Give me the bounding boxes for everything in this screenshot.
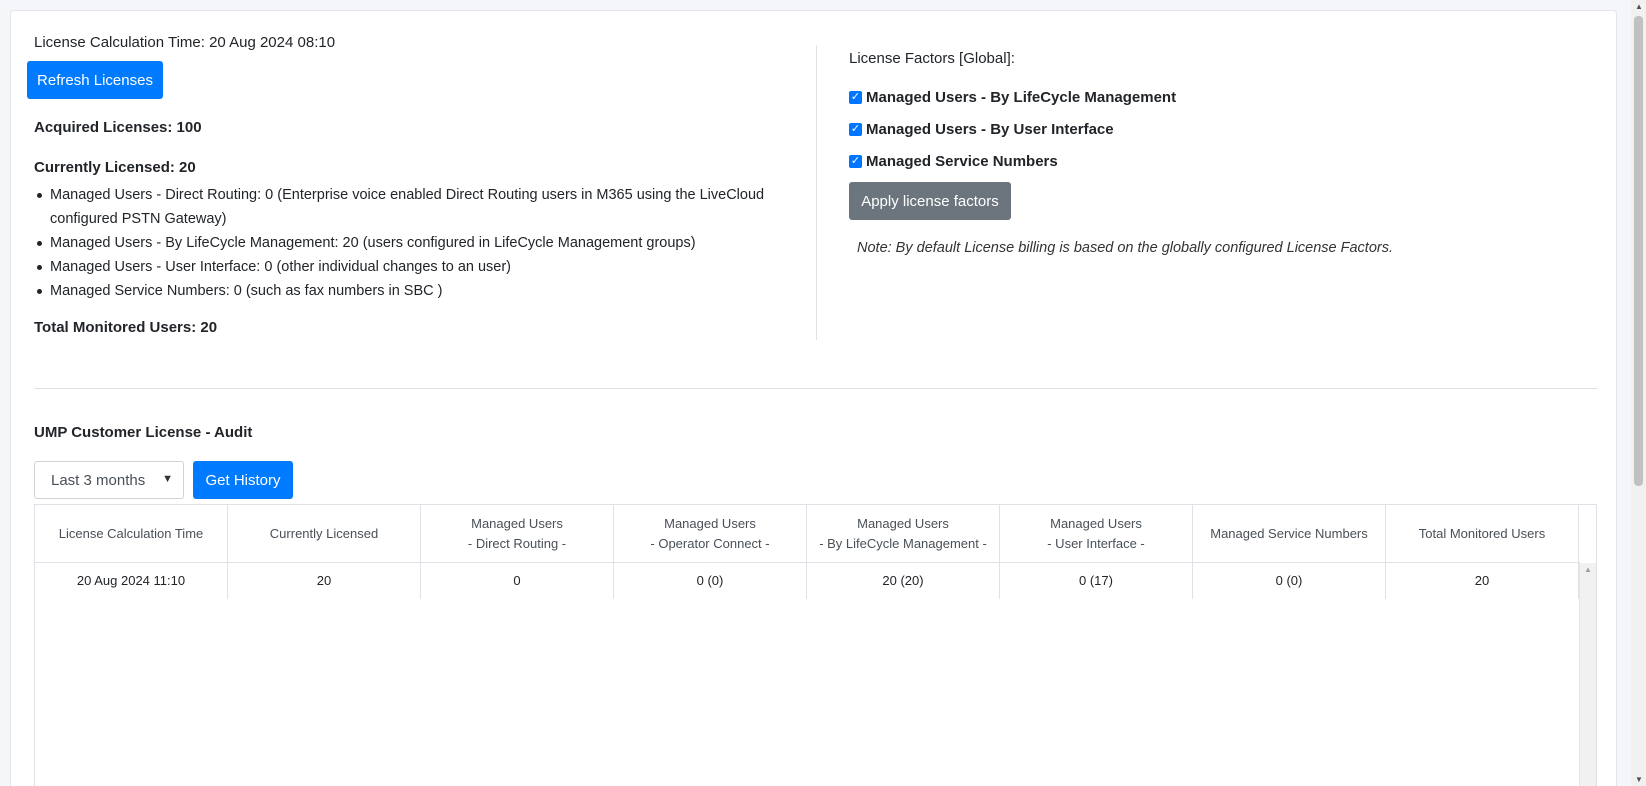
total-monitored-users: Total Monitored Users: 20 (34, 319, 218, 336)
scroll-up-icon[interactable]: ▲ (1584, 565, 1592, 574)
chevron-down-icon: ▼ (162, 473, 173, 485)
factor-user-interface-row[interactable]: ✓ Managed Users - By User Interface (849, 121, 1114, 138)
scroll-down-icon[interactable]: ▼ (1635, 775, 1643, 784)
history-range-value: Last 3 months (51, 471, 146, 489)
cell-currently-licensed: 20 (228, 563, 421, 599)
cell-direct-routing: 0 (421, 563, 614, 599)
factor-user-interface-label: Managed Users - By User Interface (866, 121, 1114, 138)
get-history-button[interactable]: Get History (193, 461, 293, 499)
cell-lifecycle: 20 (20) (807, 563, 1000, 599)
factor-service-numbers-label: Managed Service Numbers (866, 153, 1058, 170)
col-header-lifecycle[interactable]: Managed Users - By LifeCycle Management - (807, 505, 1000, 562)
scroll-up-icon[interactable]: ▲ (1635, 2, 1643, 11)
audit-table: License Calculation Time Currently Licen… (34, 504, 1597, 786)
license-usage-list: Managed Users - Direct Routing: 0 (Enter… (37, 183, 790, 303)
checkbox-lifecycle[interactable]: ✓ (849, 91, 862, 104)
usage-item-direct-routing: Managed Users - Direct Routing: 0 (Enter… (37, 183, 790, 231)
col-header-currently-licensed[interactable]: Currently Licensed (228, 505, 421, 562)
refresh-licenses-button[interactable]: Refresh Licenses (27, 61, 163, 99)
audit-table-header: License Calculation Time Currently Licen… (35, 505, 1580, 563)
audit-title: UMP Customer License - Audit (34, 424, 253, 441)
usage-item-user-interface: Managed Users - User Interface: 0 (other… (37, 255, 790, 279)
col-header-user-interface[interactable]: Managed Users - User Interface - (1000, 505, 1193, 562)
checkbox-service-numbers[interactable]: ✓ (849, 155, 862, 168)
factor-service-numbers-row[interactable]: ✓ Managed Service Numbers (849, 153, 1058, 170)
col-header-direct-routing[interactable]: Managed Users - Direct Routing - (421, 505, 614, 562)
apply-license-factors-button[interactable]: Apply license factors (849, 182, 1011, 220)
table-scrollbar[interactable]: ▲ (1579, 563, 1596, 786)
license-calc-time: License Calculation Time: 20 Aug 2024 08… (34, 34, 336, 51)
cell-service-numbers: 0 (0) (1193, 563, 1386, 599)
usage-item-service-numbers: Managed Service Numbers: 0 (such as fax … (37, 279, 790, 303)
table-row: 20 Aug 2024 11:10 20 0 0 (0) 20 (20) 0 (… (35, 563, 1580, 599)
license-factors-title: License Factors [Global]: (849, 50, 1015, 67)
page-scrollbar[interactable]: ▲ ▼ (1631, 0, 1646, 786)
license-factors-note: Note: By default License billing is base… (857, 240, 1394, 256)
cell-calc-time: 20 Aug 2024 11:10 (35, 563, 228, 599)
col-header-total-monitored[interactable]: Total Monitored Users (1386, 505, 1579, 562)
history-range-select[interactable]: Last 3 months ▼ (34, 461, 184, 499)
col-header-calc-time[interactable]: License Calculation Time (35, 505, 228, 562)
acquired-licenses: Acquired Licenses: 100 (34, 119, 202, 136)
factor-lifecycle-row[interactable]: ✓ Managed Users - By LifeCycle Managemen… (849, 89, 1176, 106)
cell-user-interface: 0 (17) (1000, 563, 1193, 599)
col-header-service-numbers[interactable]: Managed Service Numbers (1193, 505, 1386, 562)
column-divider (816, 45, 817, 340)
checkbox-user-interface[interactable]: ✓ (849, 123, 862, 136)
scrollbar-thumb[interactable] (1634, 16, 1643, 486)
section-divider (34, 388, 1598, 389)
usage-item-lifecycle: Managed Users - By LifeCycle Management:… (37, 231, 790, 255)
col-header-operator-connect[interactable]: Managed Users - Operator Connect - (614, 505, 807, 562)
cell-operator-connect: 0 (0) (614, 563, 807, 599)
cell-total-monitored: 20 (1386, 563, 1579, 599)
factor-lifecycle-label: Managed Users - By LifeCycle Management (866, 89, 1177, 106)
currently-licensed: Currently Licensed: 20 (34, 159, 196, 176)
